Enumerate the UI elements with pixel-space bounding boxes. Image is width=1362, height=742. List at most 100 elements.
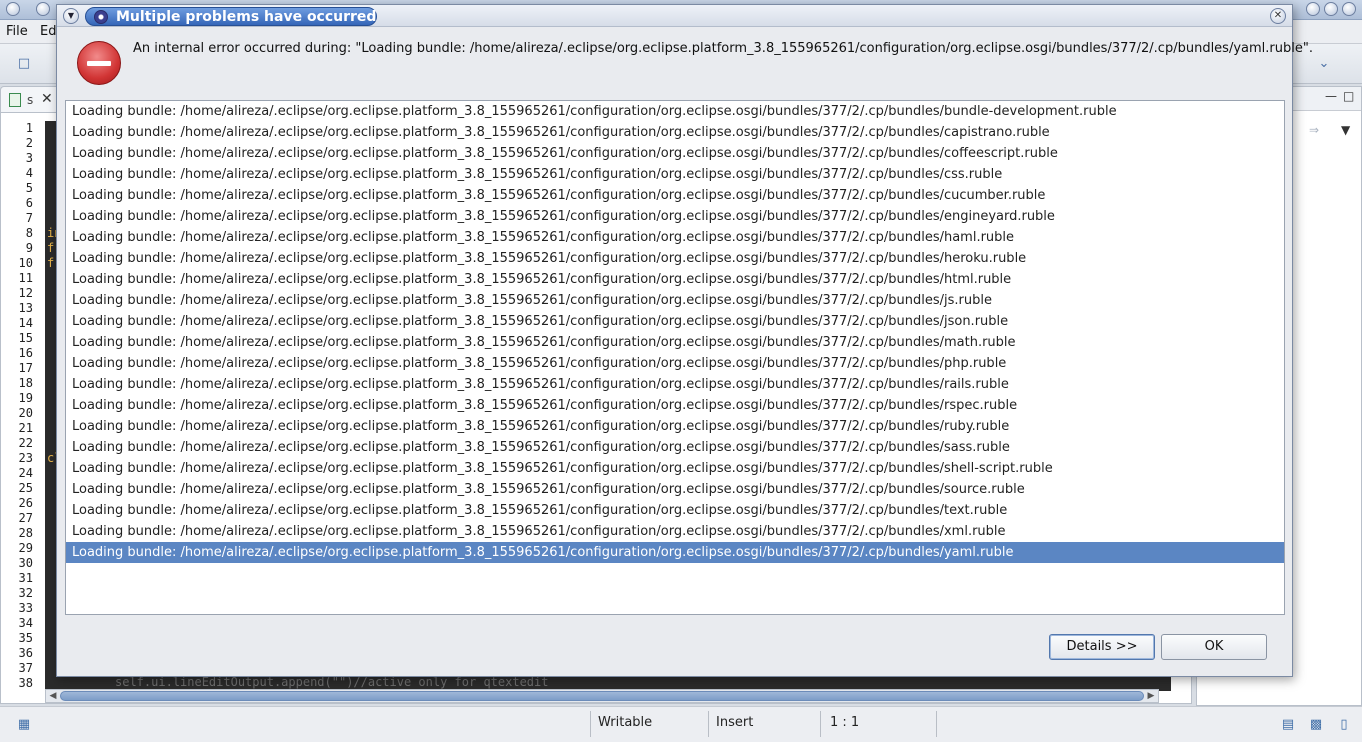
line-number: 35 xyxy=(18,631,33,645)
fast-view-icon[interactable]: ▦ xyxy=(16,717,32,733)
menu-edit[interactable]: Ed xyxy=(40,24,56,39)
details-button[interactable]: Details >> xyxy=(1049,634,1155,660)
panel-maximize-icon[interactable]: □ xyxy=(1343,89,1354,103)
ok-button-label: OK xyxy=(1204,639,1224,654)
eclipse-icon xyxy=(94,10,108,24)
line-number: 10 xyxy=(18,256,33,270)
problem-list-item[interactable]: Loading bundle: /home/alireza/.eclipse/o… xyxy=(66,353,1284,374)
panel-minimize-icon[interactable]: — xyxy=(1325,89,1337,103)
dialog-title-bar: ▼ Multiple problems have occurred ✕ xyxy=(57,5,1292,27)
problem-list-item[interactable]: Loading bundle: /home/alireza/.eclipse/o… xyxy=(66,185,1284,206)
problem-list-item[interactable]: Loading bundle: /home/alireza/.eclipse/o… xyxy=(66,206,1284,227)
line-number: 5 xyxy=(25,181,33,195)
dialog-title-pill: Multiple problems have occurred xyxy=(85,7,377,26)
line-number: 28 xyxy=(18,526,33,540)
line-number: 3 xyxy=(25,151,33,165)
problem-list-item[interactable]: Loading bundle: /home/alireza/.eclipse/o… xyxy=(66,143,1284,164)
problem-list-item[interactable]: Loading bundle: /home/alireza/.eclipse/o… xyxy=(66,248,1284,269)
line-number: 33 xyxy=(18,601,33,615)
details-button-label: Details >> xyxy=(1066,639,1138,654)
status-divider xyxy=(936,711,937,737)
line-number: 16 xyxy=(18,346,33,360)
ruby-perspective-icon[interactable]: ▩ xyxy=(1308,717,1324,733)
minimize-icon[interactable] xyxy=(1306,2,1320,16)
line-number: 21 xyxy=(18,421,33,435)
problem-list-item[interactable]: Loading bundle: /home/alireza/.eclipse/o… xyxy=(66,122,1284,143)
dialog-close-icon[interactable]: ✕ xyxy=(1270,8,1286,24)
error-dialog: ▼ Multiple problems have occurred ✕ An i… xyxy=(56,4,1313,677)
horizontal-scrollbar[interactable]: ◀ ▶ xyxy=(45,689,1159,703)
status-divider xyxy=(820,711,821,737)
error-message: An internal error occurred during: "Load… xyxy=(133,41,1313,56)
line-number: 26 xyxy=(18,496,33,510)
problem-list-item[interactable]: Loading bundle: /home/alireza/.eclipse/o… xyxy=(66,416,1284,437)
problem-list-item[interactable]: Loading bundle: /home/alireza/.eclipse/o… xyxy=(66,101,1284,122)
line-number: 38 xyxy=(18,676,33,690)
problem-list-item[interactable]: Loading bundle: /home/alireza/.eclipse/o… xyxy=(66,311,1284,332)
line-number: 25 xyxy=(18,481,33,495)
line-number: 31 xyxy=(18,571,33,585)
scrollbar-thumb[interactable] xyxy=(60,691,1144,701)
window-menu-icon[interactable] xyxy=(6,2,20,16)
scroll-left-icon[interactable]: ◀ xyxy=(46,689,60,703)
problem-list-item[interactable]: Loading bundle: /home/alireza/.eclipse/o… xyxy=(66,458,1284,479)
perspective-icon[interactable]: ▤ xyxy=(1280,717,1296,733)
status-bar: ▦ Writable Insert 1 : 1 ▤ ▩ ▯ xyxy=(0,706,1362,742)
line-number: 7 xyxy=(25,211,33,225)
eclipse-logo-icon xyxy=(36,2,50,16)
line-number: 9 xyxy=(25,241,33,255)
console-icon[interactable]: ▯ xyxy=(1336,717,1352,733)
status-cursor-position: 1 : 1 xyxy=(830,715,860,730)
line-number: 2 xyxy=(25,136,33,150)
problem-list-item[interactable]: Loading bundle: /home/alireza/.eclipse/o… xyxy=(66,500,1284,521)
problem-list-item[interactable]: Loading bundle: /home/alireza/.eclipse/o… xyxy=(66,542,1284,563)
line-number: 11 xyxy=(18,271,33,285)
line-number: 4 xyxy=(25,166,33,180)
window-close-icon[interactable] xyxy=(1342,2,1356,16)
problem-list-item[interactable]: Loading bundle: /home/alireza/.eclipse/o… xyxy=(66,290,1284,311)
python-file-icon xyxy=(9,93,21,107)
line-number: 27 xyxy=(18,511,33,525)
problem-list-item[interactable]: Loading bundle: /home/alireza/.eclipse/o… xyxy=(66,479,1284,500)
line-number: 30 xyxy=(18,556,33,570)
line-number: 8 xyxy=(25,226,33,240)
status-insert-mode: Insert xyxy=(716,715,754,730)
line-number: 12 xyxy=(18,286,33,300)
tab-close-icon[interactable]: ✕ xyxy=(41,91,53,107)
line-number: 29 xyxy=(18,541,33,555)
line-number: 36 xyxy=(18,646,33,660)
scroll-right-icon[interactable]: ▶ xyxy=(1144,689,1158,703)
menu-file[interactable]: File xyxy=(6,24,28,39)
forward-arrow-icon[interactable]: ⇒ xyxy=(1309,123,1319,137)
editor-tab[interactable]: s ✕ xyxy=(0,86,60,112)
line-number: 37 xyxy=(18,661,33,675)
line-number: 24 xyxy=(18,466,33,480)
problem-list-item[interactable]: Loading bundle: /home/alireza/.eclipse/o… xyxy=(66,374,1284,395)
line-number: 34 xyxy=(18,616,33,630)
view-menu-icon[interactable]: ▼ xyxy=(1341,123,1350,137)
problems-list[interactable]: Loading bundle: /home/alireza/.eclipse/o… xyxy=(65,100,1285,615)
ok-button[interactable]: OK xyxy=(1161,634,1267,660)
chevron-down-icon[interactable]: ⌄ xyxy=(1316,56,1332,72)
problem-list-item[interactable]: Loading bundle: /home/alireza/.eclipse/o… xyxy=(66,395,1284,416)
editor-tab-label: s xyxy=(27,93,34,107)
problem-list-item[interactable]: Loading bundle: /home/alireza/.eclipse/o… xyxy=(66,227,1284,248)
problem-list-item[interactable]: Loading bundle: /home/alireza/.eclipse/o… xyxy=(66,521,1284,542)
status-writable: Writable xyxy=(598,715,653,730)
problem-list-item[interactable]: Loading bundle: /home/alireza/.eclipse/o… xyxy=(66,269,1284,290)
line-number: 18 xyxy=(18,376,33,390)
dialog-menu-icon[interactable]: ▼ xyxy=(63,8,79,24)
problem-list-item[interactable]: Loading bundle: /home/alireza/.eclipse/o… xyxy=(66,437,1284,458)
dialog-title: Multiple problems have occurred xyxy=(116,9,377,25)
line-number: 19 xyxy=(18,391,33,405)
line-number: 20 xyxy=(18,406,33,420)
line-number: 15 xyxy=(18,331,33,345)
maximize-icon[interactable] xyxy=(1324,2,1338,16)
problem-list-item[interactable]: Loading bundle: /home/alireza/.eclipse/o… xyxy=(66,332,1284,353)
problem-list-item[interactable]: Loading bundle: /home/alireza/.eclipse/o… xyxy=(66,164,1284,185)
new-file-icon[interactable]: □ xyxy=(16,56,32,72)
line-number-gutter: 1 2 3 4 5 6 7 8 9 10 11 12 13 14 15 16 17 18 19 20 21 22 23 24 2… xyxy=(1,121,45,695)
line-number: 22 xyxy=(18,436,33,450)
line-number: 6 xyxy=(25,196,33,210)
line-number: 32 xyxy=(18,586,33,600)
